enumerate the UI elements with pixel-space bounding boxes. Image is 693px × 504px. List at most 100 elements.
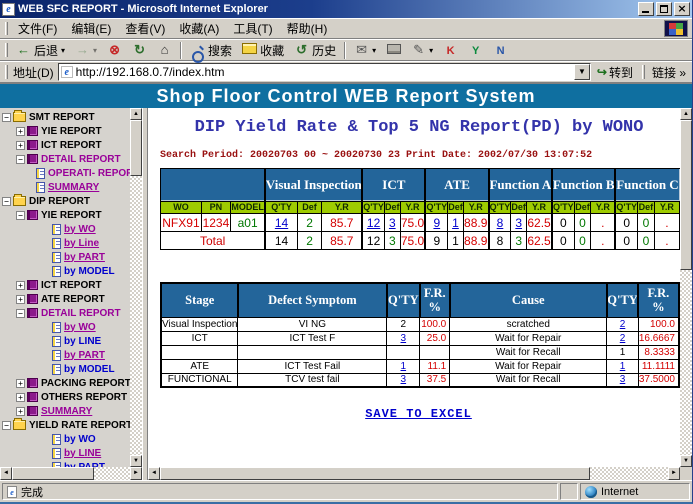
expand-collapse-icon[interactable]: −	[2, 113, 11, 122]
back-button[interactable]: 后退▾	[11, 40, 70, 60]
forward-button[interactable]: ▾	[70, 40, 102, 60]
extra-tool-1-button[interactable]	[438, 40, 463, 60]
extra-tool-3-button[interactable]	[488, 40, 513, 60]
sidebar-item-dip-report[interactable]: −DIP REPORT	[0, 194, 130, 208]
save-to-excel-link[interactable]: SAVE TO EXCEL	[365, 407, 472, 421]
history-button[interactable]: 历史	[289, 40, 341, 60]
stop-button[interactable]	[102, 40, 127, 60]
sidebar-item-by-part[interactable]: by PART	[0, 460, 130, 467]
expand-expand-icon[interactable]: +	[16, 281, 25, 290]
sidebar-item-detail-report[interactable]: −DETAIL REPORT	[0, 306, 130, 320]
menu-item-view[interactable]: 查看(V)	[118, 18, 172, 39]
tree-scroll-track[interactable]	[130, 120, 142, 455]
yield-value-cell[interactable]: 1	[448, 214, 464, 232]
favorites-button[interactable]: 收藏	[237, 40, 289, 60]
sidebar-item-ict-report[interactable]: +ICT REPORT	[0, 138, 130, 152]
content-scroll-down-button[interactable]: ▼	[680, 455, 692, 467]
extra-tool-2-button[interactable]	[463, 40, 488, 60]
sidebar-item-yie-report[interactable]: −YIE REPORT	[0, 208, 130, 222]
ng-cell[interactable]: 1	[387, 359, 420, 373]
links-button[interactable]: 链接 »	[648, 64, 690, 81]
tree-vertical-scrollbar[interactable]: ▲ ▼	[130, 108, 142, 467]
expand-expand-icon[interactable]: +	[16, 379, 25, 388]
yield-value-cell[interactable]: 9	[425, 214, 447, 232]
ng-cell[interactable]: 3	[387, 373, 420, 387]
address-dropdown-button[interactable]: ▼	[574, 64, 590, 80]
sidebar-item-by-part[interactable]: by PART	[0, 250, 130, 264]
expand-expand-icon[interactable]: +	[16, 393, 25, 402]
expand-collapse-icon[interactable]: −	[16, 211, 25, 220]
sidebar-item-by-wo[interactable]: by WO	[0, 432, 130, 446]
content-horizontal-scrollbar[interactable]: ◄ ►	[148, 467, 680, 480]
home-button[interactable]	[152, 40, 177, 60]
tree-hscroll-thumb[interactable]	[12, 467, 94, 480]
refresh-button[interactable]	[127, 40, 152, 60]
sidebar-item-operati-report[interactable]: OPERATI- REPORT	[0, 166, 130, 180]
ng-cell[interactable]: 1	[607, 359, 639, 373]
sidebar-item-others-report[interactable]: +OTHERS REPORT	[0, 390, 130, 404]
ng-cell[interactable]: 2	[607, 317, 639, 331]
go-button[interactable]: ↪ 转到	[591, 64, 639, 81]
expand-expand-icon[interactable]: +	[16, 141, 25, 150]
expand-collapse-icon[interactable]: −	[16, 155, 25, 164]
content-scroll-track[interactable]	[680, 120, 692, 455]
ng-cell[interactable]: 2	[607, 331, 639, 345]
yield-value-cell[interactable]: 3	[511, 214, 527, 232]
content-hscroll-track[interactable]	[160, 467, 668, 480]
tree-scroll-right-button[interactable]: ►	[130, 467, 142, 480]
expand-collapse-icon[interactable]: −	[2, 197, 11, 206]
print-button[interactable]	[381, 40, 406, 60]
sidebar-item-ict-report[interactable]: +ICT REPORT	[0, 278, 130, 292]
expand-collapse-icon[interactable]: −	[2, 421, 11, 430]
tree-scroll-up-button[interactable]: ▲	[130, 108, 142, 120]
menu-item-edit[interactable]: 编辑(E)	[64, 18, 118, 39]
sidebar-item-yield-rate-report[interactable]: −YIELD RATE REPORT	[0, 418, 130, 432]
sidebar-item-by-line[interactable]: by Line	[0, 236, 130, 250]
menu-item-favorites[interactable]: 收藏(A)	[172, 18, 226, 39]
yield-value-cell[interactable]: 3	[384, 214, 400, 232]
content-scroll-left-button[interactable]: ◄	[148, 467, 160, 480]
sidebar-item-by-line[interactable]: by LINE	[0, 446, 130, 460]
sidebar-item-by-model[interactable]: by MODEL	[0, 264, 130, 278]
sidebar-item-summary[interactable]: +SUMMARY	[0, 404, 130, 418]
menu-item-tools[interactable]: 工具(T)	[226, 18, 279, 39]
content-scroll-up-button[interactable]: ▲	[680, 108, 692, 120]
minimize-button[interactable]	[638, 2, 654, 16]
menu-item-help[interactable]: 帮助(H)	[280, 18, 335, 39]
sidebar-item-by-wo[interactable]: by WO	[0, 222, 130, 236]
sidebar-item-by-model[interactable]: by MODEL	[0, 362, 130, 376]
sidebar-item-ate-report[interactable]: +ATE REPORT	[0, 292, 130, 306]
sidebar-item-detail-report[interactable]: −DETAIL REPORT	[0, 152, 130, 166]
expand-expand-icon[interactable]: +	[16, 127, 25, 136]
yield-value-cell[interactable]: 12	[362, 214, 384, 232]
content-hscroll-thumb[interactable]	[160, 467, 590, 480]
mail-button[interactable]: ▾	[349, 40, 381, 60]
close-button[interactable]: ×	[674, 2, 690, 16]
tree-scroll-thumb[interactable]	[130, 120, 142, 176]
tree-hscroll-track[interactable]	[12, 467, 130, 480]
menu-item-file[interactable]: 文件(F)	[11, 18, 64, 39]
sidebar-item-by-wo[interactable]: by WO	[0, 320, 130, 334]
content-vertical-scrollbar[interactable]: ▲ ▼	[680, 108, 692, 467]
yield-value-cell[interactable]: 8	[489, 214, 511, 232]
yield-value-cell[interactable]: 14	[265, 214, 297, 232]
content-scroll-thumb[interactable]	[680, 120, 692, 270]
sidebar-item-by-part[interactable]: by PART	[0, 348, 130, 362]
maximize-button[interactable]	[656, 2, 672, 16]
expand-expand-icon[interactable]: +	[16, 407, 25, 416]
edit-button[interactable]: ▾	[406, 40, 438, 60]
ng-cell[interactable]: 3	[387, 331, 420, 345]
sidebar-item-yie-report[interactable]: +YIE REPORT	[0, 124, 130, 138]
sidebar-item-packing-report[interactable]: +PACKING REPORT	[0, 376, 130, 390]
search-button[interactable]: 搜索	[185, 40, 237, 60]
address-input[interactable]	[76, 65, 574, 79]
sidebar-item-by-line[interactable]: by LINE	[0, 334, 130, 348]
tree-horizontal-scrollbar[interactable]: ◄ ►	[0, 467, 142, 480]
expand-collapse-icon[interactable]: −	[16, 309, 25, 318]
tree-scroll-left-button[interactable]: ◄	[0, 467, 12, 480]
content-scroll-right-button[interactable]: ►	[668, 467, 680, 480]
expand-expand-icon[interactable]: +	[16, 295, 25, 304]
sidebar-item-summary[interactable]: SUMMARY	[0, 180, 130, 194]
tree-scroll-down-button[interactable]: ▼	[130, 455, 142, 467]
sidebar-item-smt-report[interactable]: −SMT REPORT	[0, 110, 130, 124]
